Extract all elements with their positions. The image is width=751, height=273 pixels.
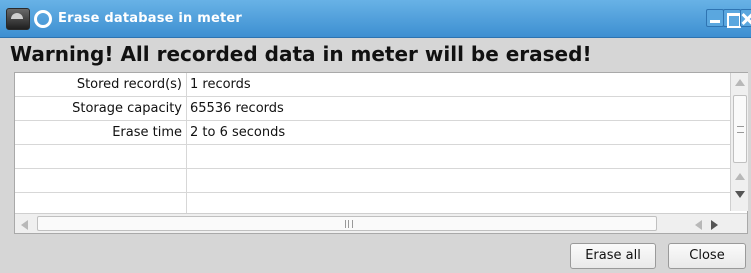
vertical-scroll-thumb[interactable] <box>733 95 747 163</box>
scroll-up-icon[interactable] <box>735 173 745 180</box>
table-row: Storage capacity 65536 records <box>15 97 730 121</box>
scroll-left-icon[interactable] <box>21 220 28 230</box>
scroll-up-icon[interactable] <box>735 79 745 86</box>
horizontal-scroll-thumb[interactable] <box>37 216 657 231</box>
row-label <box>15 145 187 169</box>
info-table-panel: Stored record(s) 1 records Storage capac… <box>14 72 748 234</box>
row-label: Storage capacity <box>15 97 187 121</box>
minimize-button[interactable] <box>706 9 724 27</box>
row-label <box>15 169 187 193</box>
window-title: Erase database in meter <box>58 11 243 26</box>
vertical-scrollbar[interactable] <box>730 73 748 211</box>
row-value: 1 records <box>190 77 251 92</box>
row-label: Erase time <box>15 121 187 145</box>
table-row: Erase time 2 to 6 seconds <box>15 121 730 145</box>
close-button[interactable]: Close <box>668 243 746 269</box>
row-value: 65536 records <box>190 101 284 116</box>
erase-all-button[interactable]: Erase all <box>570 243 656 269</box>
horizontal-scrollbar[interactable] <box>15 213 747 233</box>
row-value: 2 to 6 seconds <box>190 125 286 140</box>
warning-heading: Warning! All recorded data in meter will… <box>10 42 592 66</box>
window-options-icon[interactable] <box>34 10 52 28</box>
app-icon[interactable] <box>6 8 30 30</box>
info-table: Stored record(s) 1 records Storage capac… <box>15 73 730 217</box>
table-row <box>15 145 730 169</box>
close-window-button[interactable] <box>740 9 751 27</box>
window-titlebar[interactable]: Erase database in meter <box>0 0 751 38</box>
table-row <box>15 169 730 193</box>
scroll-right-icon[interactable] <box>711 220 718 230</box>
row-label: Stored record(s) <box>15 73 187 97</box>
maximize-button[interactable] <box>723 9 741 28</box>
table-row: Stored record(s) 1 records <box>15 73 730 97</box>
scroll-left-icon[interactable] <box>695 220 702 230</box>
scroll-down-icon[interactable] <box>735 191 745 198</box>
